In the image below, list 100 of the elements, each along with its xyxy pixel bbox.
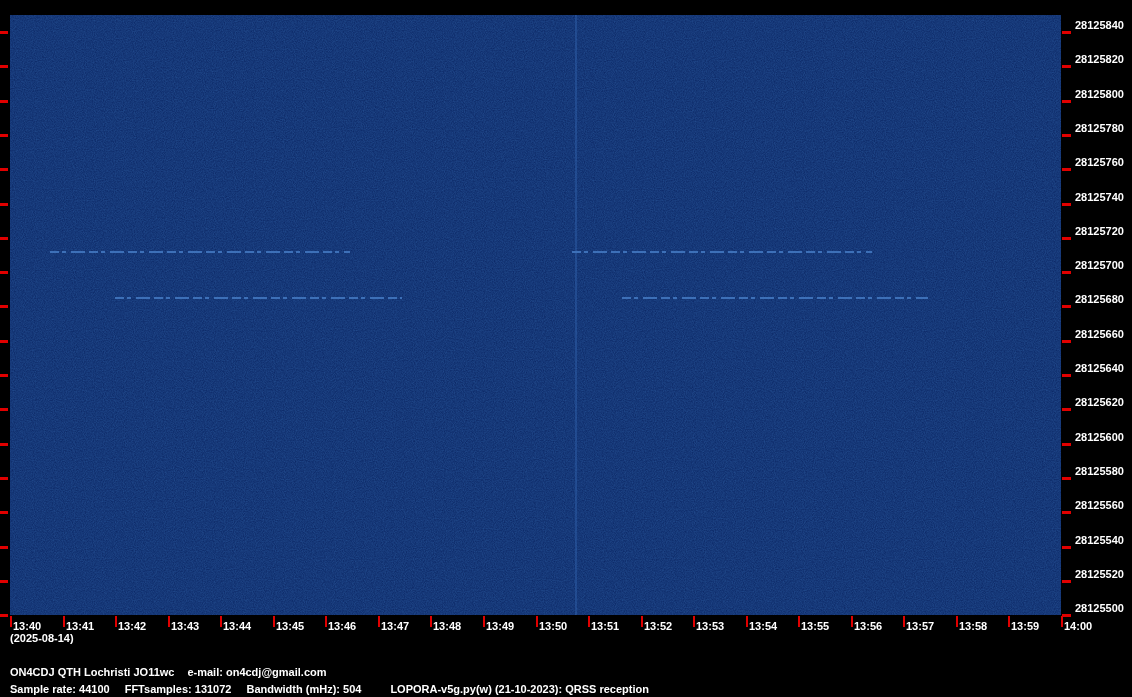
axis-tick [1062, 477, 1071, 480]
axis-tick [220, 616, 222, 627]
axis-tick [115, 616, 117, 627]
time-label: 13:51 [591, 620, 620, 632]
axis-tick [378, 616, 380, 627]
axis-tick [273, 616, 275, 627]
axis-tick [588, 616, 590, 627]
axis-tick [1062, 100, 1071, 103]
axis-tick [0, 511, 8, 514]
axis-tick [903, 616, 905, 627]
station-text: ON4CDJ QTH Lochristi JO11wc [10, 665, 175, 678]
parameter-text: Sample rate: 44100 [10, 682, 110, 695]
time-label: 13:44 [223, 620, 252, 632]
axis-tick [430, 616, 432, 627]
axis-tick [0, 237, 8, 240]
program-text: LOPORA-v5g.py(w) (21-10-2023): QRSS reception [390, 682, 649, 695]
axis-tick [0, 408, 8, 411]
frequency-label: 28125800 [1075, 88, 1124, 100]
axis-tick [1062, 443, 1071, 446]
time-label: 13:52 [644, 620, 673, 632]
time-label: 13:40 [13, 620, 42, 632]
frequency-label: 28125840 [1075, 19, 1124, 31]
frequency-label: 28125560 [1075, 499, 1124, 511]
axis-tick [0, 443, 8, 446]
axis-tick [1062, 203, 1071, 206]
axis-tick [0, 340, 8, 343]
frequency-label: 28125760 [1075, 156, 1124, 168]
axis-tick [746, 616, 748, 627]
axis-tick [1062, 168, 1071, 171]
time-label: 13:50 [539, 620, 568, 632]
axis-tick [1062, 65, 1071, 68]
axis-tick [641, 616, 643, 627]
axis-tick [0, 614, 8, 617]
time-label: 13:49 [486, 620, 515, 632]
frequency-label: 28125720 [1075, 225, 1124, 237]
axis-tick [1062, 546, 1071, 549]
axis-tick [0, 271, 8, 274]
frequency-label: 28125600 [1075, 431, 1124, 443]
axis-tick [1062, 374, 1071, 377]
axis-tick [1062, 340, 1071, 343]
axis-tick [1062, 511, 1071, 514]
axis-tick [0, 477, 8, 480]
time-label: 13:42 [118, 620, 147, 632]
time-label: 13:46 [328, 620, 357, 632]
frequency-label: 28125640 [1075, 362, 1124, 374]
axis-tick [798, 616, 800, 627]
axis-tick [1062, 134, 1071, 137]
axis-tick [0, 580, 8, 583]
axis-tick [1008, 616, 1010, 627]
time-label: 13:59 [1011, 620, 1040, 632]
axis-tick [0, 100, 8, 103]
axis-tick [956, 616, 958, 627]
axis-tick [693, 616, 695, 627]
frequency-label: 28125660 [1075, 328, 1124, 340]
axis-tick [1062, 580, 1071, 583]
time-label: 13:45 [276, 620, 305, 632]
frequency-label: 28125740 [1075, 191, 1124, 203]
date-label: (2025-08-14) [10, 632, 74, 644]
axis-tick [168, 616, 170, 627]
time-label: 13:41 [66, 620, 95, 632]
frequency-label: 28125540 [1075, 534, 1124, 546]
frequency-label: 28125520 [1075, 568, 1124, 580]
time-label: 13:47 [381, 620, 410, 632]
frequency-label: 28125780 [1075, 122, 1124, 134]
axis-tick [851, 616, 853, 627]
parameter-text: FFTsamples: 131072 [124, 682, 232, 695]
axis-tick [0, 305, 8, 308]
frequency-label: 28125500 [1075, 602, 1124, 614]
axis-tick [1062, 305, 1071, 308]
axis-tick [536, 616, 538, 627]
axis-tick [0, 65, 8, 68]
time-label: 14:00 [1064, 620, 1093, 632]
time-label: 13:55 [801, 620, 830, 632]
axis-tick [1062, 408, 1071, 411]
parameter-text: Bandwidth (mHz): 504 [246, 682, 362, 695]
time-label: 13:58 [959, 620, 988, 632]
time-label: 13:53 [696, 620, 725, 632]
axis-tick [483, 616, 485, 627]
axis-tick [0, 168, 8, 171]
axis-tick [63, 616, 65, 627]
time-label: 13:54 [749, 620, 778, 632]
axis-tick [10, 616, 12, 627]
email-text: e-mail: on4cdj@gmail.com [187, 665, 327, 678]
axis-tick [0, 31, 8, 34]
axis-tick [0, 374, 8, 377]
frequency-label: 28125680 [1075, 293, 1124, 305]
time-label: 13:57 [906, 620, 935, 632]
time-label: 13:48 [433, 620, 462, 632]
frequency-label: 28125620 [1075, 396, 1124, 408]
frequency-label: 28125580 [1075, 465, 1124, 477]
axis-tick [325, 616, 327, 627]
axis-tick [1062, 237, 1071, 240]
frequency-label: 28125700 [1075, 259, 1124, 271]
time-label: 13:56 [854, 620, 883, 632]
axis-tick [1062, 31, 1071, 34]
axis-tick [1062, 271, 1071, 274]
axis-tick [0, 203, 8, 206]
time-label: 13:43 [171, 620, 200, 632]
axis-tick [0, 546, 8, 549]
frequency-label: 28125820 [1075, 53, 1124, 65]
